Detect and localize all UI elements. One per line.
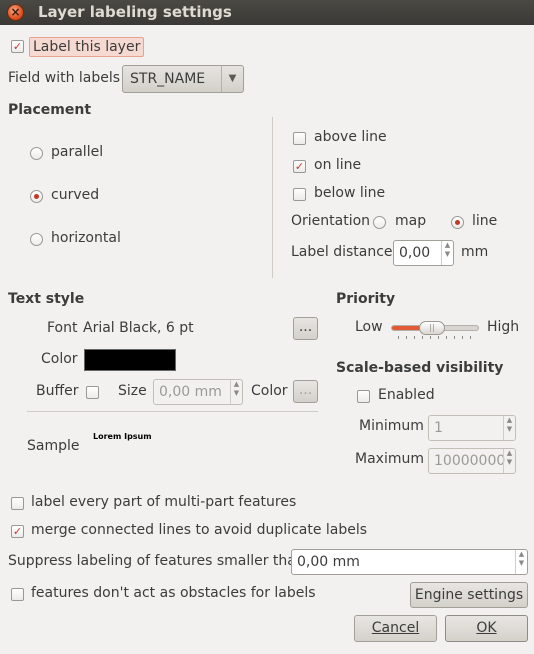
ok-button-label: OK: [476, 620, 497, 636]
buffer-size-value: 0,00 mm: [159, 384, 222, 400]
on-line-label: on line: [314, 157, 362, 173]
scale-enabled-label: Enabled: [378, 387, 435, 403]
below-line-checkbox[interactable]: [293, 188, 306, 201]
label-distance-spinbox[interactable]: 0,00 ▲ ▼: [393, 240, 454, 266]
parallel-label: parallel: [51, 144, 104, 160]
label-this-layer-checkbox[interactable]: ✓: [11, 40, 24, 53]
ok-button[interactable]: OK: [445, 615, 528, 642]
color-label: Color: [41, 351, 78, 367]
close-icon[interactable]: ×: [7, 4, 24, 21]
field-with-labels-value: STR_NAME: [130, 71, 206, 87]
priority-low-label: Low: [355, 319, 383, 335]
buffer-color-label: Color: [251, 383, 288, 399]
orientation-line-label: line: [472, 213, 498, 229]
label-every-part-label: label every part of multi-part features: [31, 494, 297, 510]
text-color-swatch[interactable]: [84, 349, 176, 371]
merge-lines-label: merge connected lines to avoid duplicate…: [31, 522, 368, 538]
above-line-checkbox[interactable]: [293, 132, 306, 145]
title-bar: × Layer labeling settings: [0, 0, 534, 25]
cancel-button-label: Cancel: [371, 620, 420, 636]
spin-arrows-icon[interactable]: ▲ ▼: [441, 241, 453, 265]
sample-preview: Lorem Ipsum: [93, 432, 152, 441]
buffer-checkbox[interactable]: [86, 386, 99, 399]
orientation-label: Orientation: [291, 213, 371, 229]
buffer-color-button[interactable]: ...: [293, 380, 318, 403]
spin-arrows-icon[interactable]: ▲ ▼: [515, 550, 527, 574]
cancel-button[interactable]: Cancel: [354, 615, 437, 642]
chevron-down-icon: ▼: [221, 66, 243, 92]
orientation-line-radio[interactable]: [451, 216, 464, 229]
maximum-label: Maximum: [355, 451, 424, 467]
font-label: Font: [47, 320, 78, 336]
curved-label: curved: [51, 187, 100, 203]
engine-settings-button[interactable]: Engine settings: [410, 582, 528, 608]
scale-enabled-checkbox[interactable]: [357, 390, 370, 403]
font-choose-button[interactable]: ...: [293, 317, 318, 340]
priority-slider-handle[interactable]: ||: [419, 321, 445, 335]
horizontal-radio[interactable]: [30, 233, 43, 246]
below-line-label: below line: [314, 185, 386, 201]
above-line-label: above line: [314, 129, 387, 145]
size-label: Size: [118, 383, 147, 399]
placement-title: Placement: [8, 102, 92, 118]
placement-divider: [272, 117, 273, 278]
label-every-part-checkbox[interactable]: [11, 497, 24, 510]
label-distance-label: Label distance: [291, 244, 393, 260]
sample-label: Sample: [27, 438, 80, 454]
priority-ticks: [398, 336, 472, 339]
label-this-layer-label: Label this layer: [29, 37, 145, 57]
label-distance-unit: mm: [461, 244, 489, 260]
spin-arrows-icon[interactable]: ▲ ▼: [503, 449, 515, 473]
label-distance-value: 0,00: [399, 245, 431, 261]
minimum-value: 1: [434, 420, 443, 436]
priority-slider[interactable]: ||: [391, 321, 479, 335]
maximum-spinbox[interactable]: 10000000 ▲ ▼: [428, 448, 516, 474]
buffer-label: Buffer: [36, 383, 79, 399]
priority-high-label: High: [487, 319, 520, 335]
minimum-spinbox[interactable]: 1 ▲ ▼: [428, 415, 516, 441]
window-title: Layer labeling settings: [38, 3, 232, 21]
merge-lines-checkbox[interactable]: ✓: [11, 525, 24, 538]
orientation-map-radio[interactable]: [373, 216, 386, 229]
scale-visibility-title: Scale-based visibility: [336, 360, 504, 376]
parallel-radio[interactable]: [30, 147, 43, 160]
field-with-labels-select[interactable]: STR_NAME ▼: [122, 65, 244, 93]
orientation-map-label: map: [395, 213, 427, 229]
spin-arrows-icon[interactable]: ▲ ▼: [230, 380, 242, 404]
field-with-labels-label: Field with labels: [8, 70, 121, 86]
font-value: Arial Black, 6 pt: [83, 320, 194, 336]
no-obstacles-checkbox[interactable]: [11, 588, 24, 601]
text-style-title: Text style: [8, 291, 85, 307]
horizontal-label: horizontal: [51, 230, 121, 246]
suppress-value: 0,00 mm: [297, 554, 360, 570]
buffer-size-spinbox[interactable]: 0,00 mm ▲ ▼: [153, 379, 243, 405]
spin-arrows-icon[interactable]: ▲ ▼: [503, 416, 515, 440]
priority-title: Priority: [336, 291, 396, 307]
on-line-checkbox[interactable]: ✓: [293, 160, 306, 173]
curved-radio[interactable]: [30, 190, 43, 203]
minimum-label: Minimum: [359, 418, 424, 434]
maximum-value: 10000000: [434, 453, 506, 469]
suppress-spinbox[interactable]: 0,00 mm ▲ ▼: [291, 549, 528, 575]
suppress-label: Suppress labeling of features smaller th…: [8, 553, 305, 569]
text-style-divider: [27, 411, 318, 412]
no-obstacles-label: features don't act as obstacles for labe…: [31, 585, 316, 601]
